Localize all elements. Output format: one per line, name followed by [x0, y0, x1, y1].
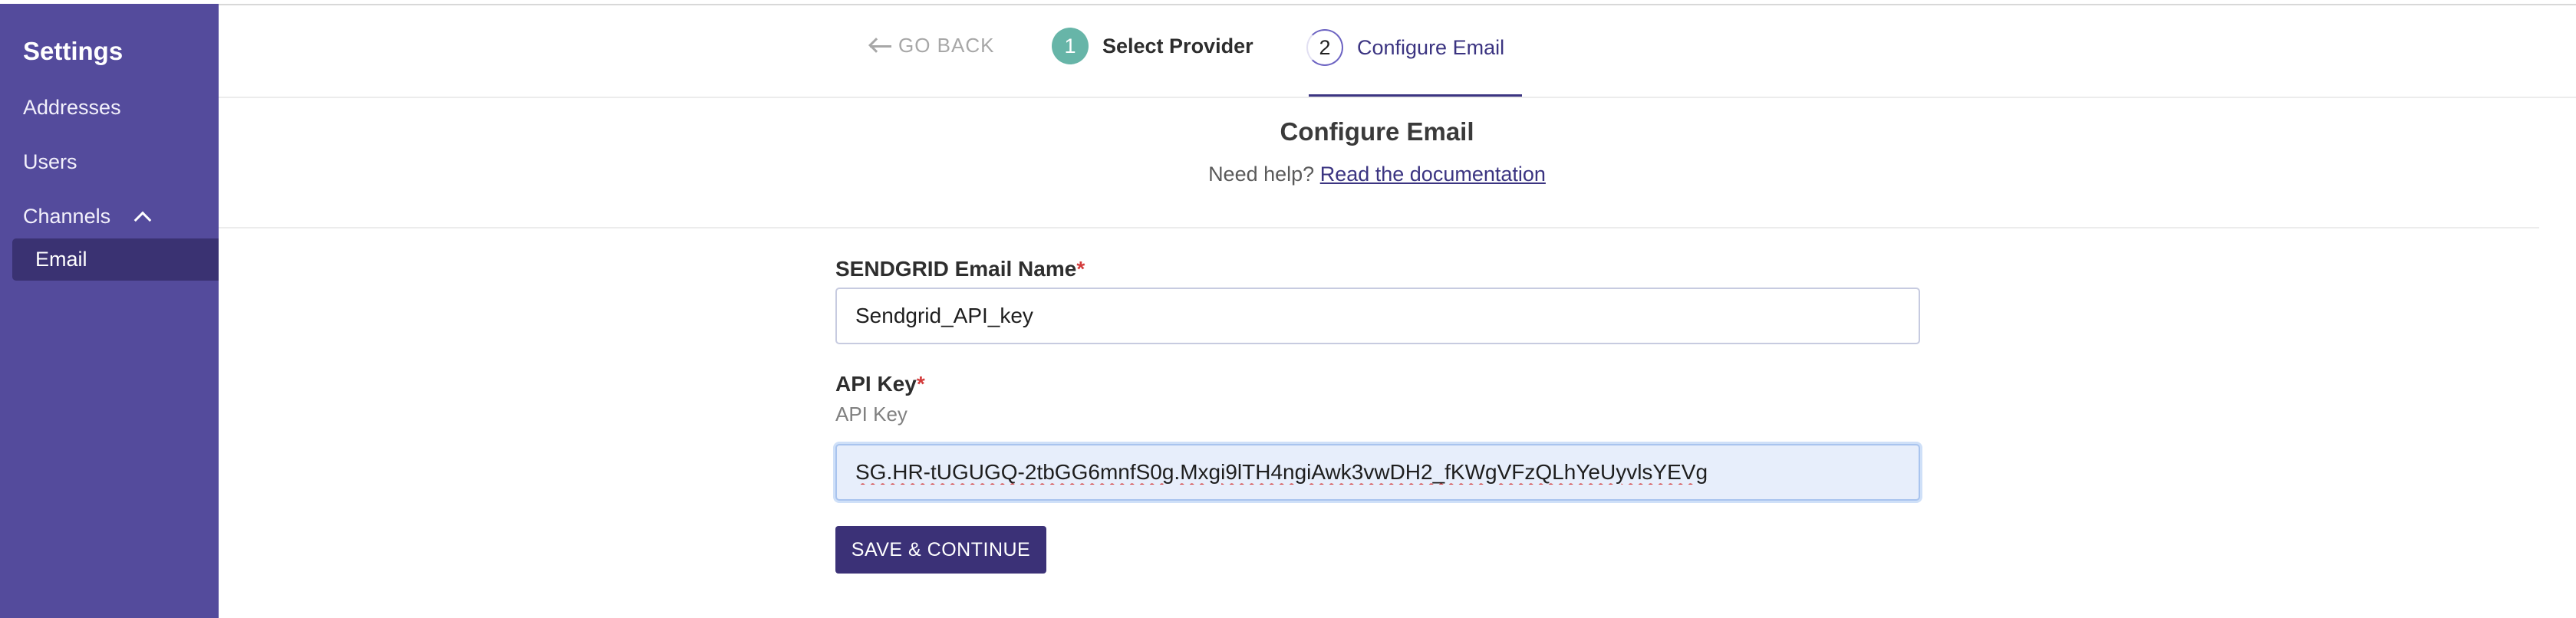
documentation-link[interactable]: Read the documentation [1320, 163, 1546, 186]
sidebar-item-users[interactable]: Users [23, 149, 77, 175]
page-title: Configure Email [1280, 117, 1474, 146]
required-mark: * [1076, 257, 1085, 281]
required-mark: * [916, 372, 925, 396]
go-back-label: GO BACK [898, 34, 995, 57]
sidebar-title: Settings [23, 37, 124, 65]
help-text: Need help? Read the documentation [1132, 163, 1622, 186]
email-name-input[interactable] [835, 288, 1920, 344]
step-label: Configure Email [1357, 35, 1505, 59]
step-label: Select Provider [1102, 34, 1253, 58]
step-configure-email[interactable]: 2 Configure Email [1306, 29, 1504, 66]
step-select-provider[interactable]: 1 Select Provider [1052, 28, 1253, 64]
settings-sidebar: Settings Addresses Users Channels Email [0, 4, 219, 618]
api-key-input[interactable] [835, 444, 1920, 501]
arrow-left-icon [868, 36, 892, 56]
api-key-sublabel: API Key [835, 403, 908, 426]
step-number-badge: 2 [1306, 29, 1343, 66]
go-back-button[interactable]: GO BACK [868, 34, 994, 58]
help-prefix: Need help? [1208, 163, 1315, 186]
email-name-label-text: SENDGRID Email Name [835, 257, 1077, 281]
save-and-continue-button[interactable]: SAVE & CONTINUE [835, 526, 1046, 574]
email-name-label: SENDGRID Email Name* [835, 257, 1085, 281]
sidebar-item-addresses[interactable]: Addresses [23, 94, 121, 120]
sidebar-subitem-email[interactable]: Email [12, 238, 219, 281]
section-divider [219, 227, 2539, 228]
sidebar-item-channels[interactable]: Channels [23, 203, 152, 229]
api-key-label-text: API Key [835, 372, 917, 396]
header-divider [219, 97, 2576, 98]
api-key-label: API Key* [835, 372, 925, 396]
sidebar-item-channels-label: Channels [23, 205, 111, 228]
top-border [219, 4, 2576, 5]
step-number-badge: 1 [1052, 28, 1089, 64]
chevron-up-icon[interactable] [133, 211, 152, 229]
